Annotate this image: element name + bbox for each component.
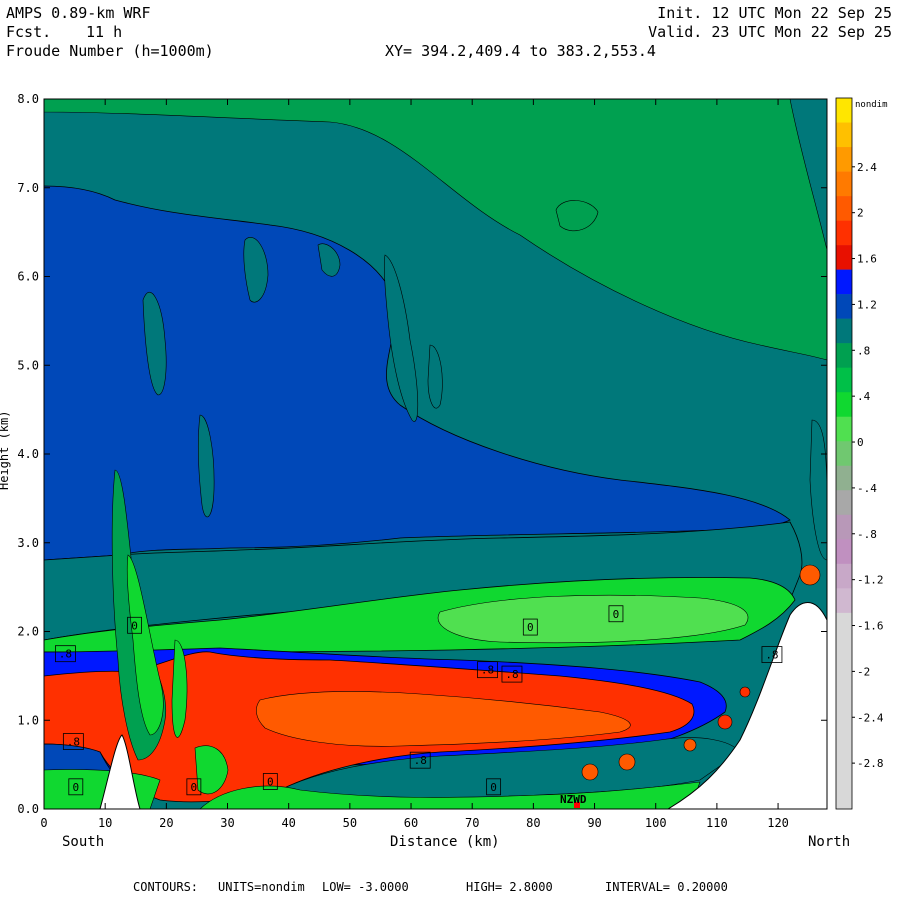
footer-units: UNITS=nondim — [218, 880, 305, 894]
contour-label: 0 — [613, 608, 620, 621]
colorbar-label: 1.6 — [857, 253, 877, 266]
colorbar-segment — [836, 784, 852, 810]
colorbar-label: -1.2 — [857, 574, 884, 587]
colorbar-segment — [836, 294, 852, 319]
x-tick-label: 40 — [281, 816, 295, 830]
x-tick-label: 100 — [645, 816, 667, 830]
x-tick-label: 120 — [767, 816, 789, 830]
contour-label: 0 — [527, 621, 534, 634]
colorbar-segment — [836, 710, 852, 736]
colorbar-segment — [836, 563, 852, 589]
froude-cross-section-chart: 0.01.02.03.04.05.06.07.08.0 0 10 20 30 40 50 6… — [0, 92, 888, 850]
contour-label: .8 — [414, 754, 427, 767]
footer-low: LOW= -3.0000 — [322, 880, 409, 894]
x-tick-label: 110 — [706, 816, 728, 830]
contour-label: .8 — [505, 668, 518, 681]
colorbar-segment — [836, 539, 852, 565]
y-tick-label: 1.0 — [17, 713, 39, 727]
y-axis-label: Height (km) — [0, 411, 11, 490]
colorbar-segment — [836, 465, 852, 491]
contour-label: .8 — [481, 664, 494, 677]
contour-label: .8 — [59, 648, 72, 661]
y-tick-label: 2.0 — [17, 625, 39, 639]
contour-label: 0 — [72, 781, 79, 794]
colorbar-label: -1.6 — [857, 620, 884, 633]
colorbar-segment — [836, 171, 852, 197]
x-tick-label: 10 — [98, 816, 112, 830]
contour-label: 0 — [131, 619, 138, 632]
colorbar-segment — [836, 318, 852, 344]
x-tick-label: 90 — [587, 816, 601, 830]
colorbar-segment — [836, 98, 852, 123]
x-tick-label: 0 — [40, 816, 47, 830]
x-axis-label: Distance (km) — [390, 834, 500, 850]
footer-interval: INTERVAL= 0.20000 — [605, 880, 728, 894]
colorbar-segment — [836, 343, 852, 368]
x-tick-label: 30 — [220, 816, 234, 830]
colorbar-label: 1.2 — [857, 298, 877, 311]
colorbar-label: .4 — [857, 390, 871, 403]
contour-field — [44, 99, 827, 809]
y-tick-label: 4.0 — [17, 447, 39, 461]
contour-label: 0 — [191, 781, 198, 794]
colorbar-segment — [836, 686, 852, 712]
colorbar-segment — [836, 759, 852, 785]
colorbar-segment — [836, 612, 852, 638]
station-label: NZWD — [560, 793, 587, 806]
contour-label: .8 — [67, 736, 80, 749]
colorbar-segment — [836, 588, 852, 614]
y-tick-label: 7.0 — [17, 181, 39, 195]
x-tick-label: 20 — [159, 816, 173, 830]
colorbar-label: 0 — [857, 436, 864, 449]
colorbar-segment — [836, 490, 852, 516]
field-warm-spot-1 — [581, 763, 599, 781]
x-tick-label: 60 — [404, 816, 418, 830]
colorbar-label: -2 — [857, 665, 870, 678]
colorbar: nondim 2.4 2 1.6 1.2 .8 .4 0 -.4 -.8 -1.2 -1.6 -2 -2.… — [835, 97, 888, 810]
colorbar-segment — [836, 735, 852, 761]
colorbar-segment — [836, 122, 852, 148]
colorbar-label: -.4 — [857, 482, 877, 495]
x-right-label: North — [808, 834, 850, 850]
field-warm-spot-3 — [683, 738, 697, 752]
footer-contours: CONTOURS: — [133, 880, 199, 894]
field-warm-spot-2 — [618, 753, 636, 771]
colorbar-label: -2.4 — [857, 711, 884, 724]
field-warm-spot-5 — [739, 686, 751, 698]
x-tick-label: 70 — [465, 816, 479, 830]
colorbar-label: .8 — [857, 344, 870, 357]
y-tick-label: 3.0 — [17, 536, 39, 550]
y-tick-label: 8.0 — [17, 92, 39, 106]
colorbar-segment — [836, 661, 852, 687]
colorbar-segment — [836, 245, 852, 270]
colorbar-segment — [836, 196, 852, 221]
y-tick-label: 6.0 — [17, 270, 39, 284]
x-tick-label: 50 — [343, 816, 357, 830]
x-left-label: South — [62, 834, 104, 850]
colorbar-segment — [836, 441, 852, 467]
field-warm-spot-6 — [799, 564, 821, 586]
colorbar-label: 2.4 — [857, 161, 877, 174]
contour-label: .8 — [765, 649, 778, 662]
footer-high: HIGH= 2.8000 — [466, 880, 553, 894]
colorbar-unit: nondim — [855, 100, 888, 110]
colorbar-segment — [836, 416, 852, 442]
colorbar-segment — [836, 367, 852, 393]
colorbar-segment — [836, 637, 852, 663]
colorbar-label: -.8 — [857, 528, 877, 541]
y-tick-label: 0.0 — [17, 802, 39, 816]
contour-label: 0 — [490, 781, 497, 794]
colorbar-label: 2 — [857, 207, 864, 220]
contour-label: 0 — [267, 775, 274, 788]
y-tick-label: 5.0 — [17, 358, 39, 372]
colorbar-label: -2.8 — [857, 757, 884, 770]
colorbar-segment — [836, 220, 852, 246]
field-warm-spot-4 — [717, 714, 733, 730]
x-tick-label: 80 — [526, 816, 540, 830]
colorbar-segment — [836, 392, 852, 418]
colorbar-segment — [836, 269, 852, 295]
colorbar-segment — [836, 147, 852, 172]
colorbar-segment — [836, 514, 852, 540]
